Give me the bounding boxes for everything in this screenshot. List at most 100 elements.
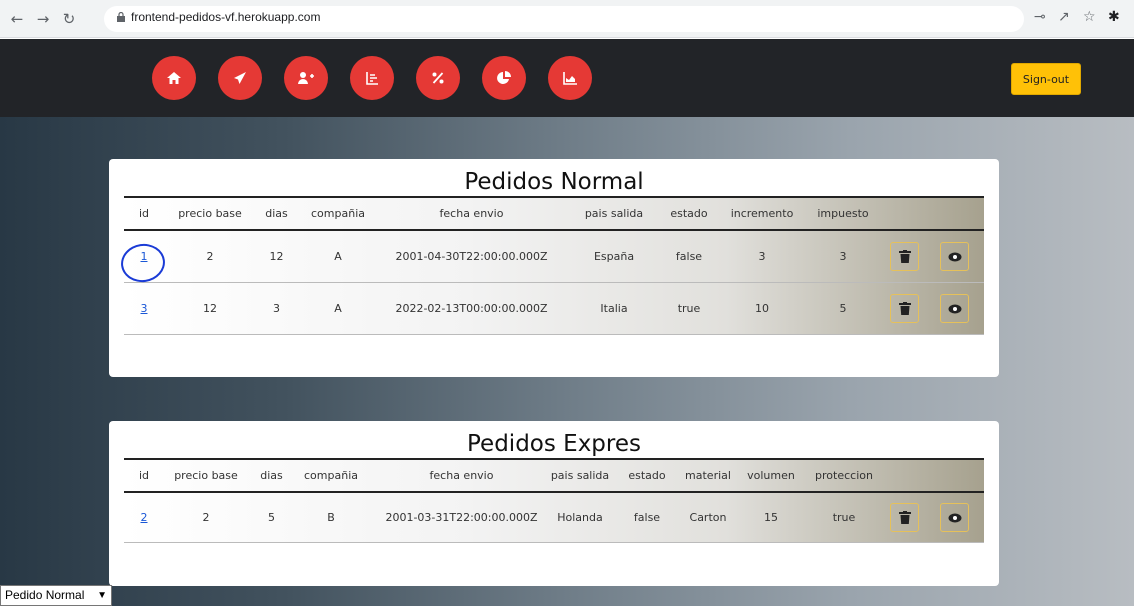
- col-header: precio base: [178, 207, 242, 220]
- view-button[interactable]: [940, 242, 969, 271]
- id-cell: 2: [124, 493, 164, 542]
- area-chart-button[interactable]: [548, 56, 592, 100]
- add-user-button[interactable]: [284, 56, 328, 100]
- precio-base-cell: 2: [202, 511, 210, 524]
- compania-cell: A: [334, 250, 342, 263]
- percent-icon: [432, 72, 444, 84]
- order-type-select[interactable]: Pedido Normal ▼: [0, 585, 112, 606]
- estado-cell: false: [633, 511, 661, 524]
- col-header: fecha envio: [439, 207, 504, 220]
- col-header: precio base: [174, 469, 238, 482]
- material-cell: Carton: [689, 511, 727, 524]
- col-header: compañia: [311, 207, 365, 220]
- col-header: dias: [260, 469, 283, 482]
- col-header: material: [685, 469, 731, 482]
- col-header: fecha envio: [429, 469, 494, 482]
- pais-salida-cell: Italia: [600, 302, 628, 315]
- incremento-cell: 3: [758, 250, 766, 263]
- impuesto-cell: 3: [839, 250, 847, 263]
- table-header: id precio base dias compañia fecha envio…: [124, 196, 984, 231]
- fecha-envio-cell: 2001-03-31T22:00:00.000Z: [385, 511, 538, 524]
- trash-icon: [898, 302, 911, 315]
- dias-cell: 3: [273, 302, 280, 315]
- estado-cell: false: [675, 250, 703, 263]
- list-chart-button[interactable]: [350, 56, 394, 100]
- eye-icon: [948, 513, 961, 522]
- compania-cell: A: [334, 302, 342, 315]
- table-header: id precio base dias compañia fecha envio…: [124, 458, 984, 493]
- incremento-cell: 10: [755, 302, 769, 315]
- pedidos-expres-card: Pedidos Expres id precio base dias compa…: [109, 421, 999, 586]
- pais-salida-cell: España: [593, 250, 635, 263]
- col-header: id: [138, 207, 150, 220]
- browser-toolbar: ← → ↻ frontend-pedidos-vf.herokuapp.com …: [0, 0, 1134, 38]
- sign-out-button[interactable]: Sign-out: [1011, 63, 1081, 95]
- fecha-envio-cell: 2022-02-13T00:00:00.000Z: [395, 302, 548, 315]
- key-icon[interactable]: ⊸: [1034, 9, 1046, 25]
- volumen-cell: 15: [764, 511, 778, 524]
- proteccion-cell: true: [832, 511, 856, 524]
- send-icon: [234, 72, 246, 84]
- col-header: pais salida: [550, 469, 610, 482]
- delete-button[interactable]: [890, 294, 919, 323]
- col-header: impuesto: [817, 207, 869, 220]
- trash-icon: [898, 250, 911, 263]
- table-row: 3 12 3 A 2022-02-13T00:00:00.000Z Italia…: [124, 283, 984, 335]
- col-header: pais salida: [584, 207, 644, 220]
- table-row: 2 2 5 B 2001-03-31T22:00:00.000Z Holanda…: [124, 493, 984, 543]
- precio-base-cell: 2: [206, 250, 214, 263]
- url-text: frontend-pedidos-vf.herokuapp.com: [131, 10, 321, 24]
- eye-icon: [948, 252, 961, 261]
- dias-cell: 5: [268, 511, 275, 524]
- view-button[interactable]: [940, 294, 969, 323]
- chevron-down-icon: ▼: [97, 590, 107, 601]
- view-button[interactable]: [940, 503, 969, 532]
- eye-icon: [948, 304, 961, 313]
- bookmark-star-icon[interactable]: ☆: [1083, 9, 1096, 25]
- id-cell: 3: [124, 283, 164, 334]
- home-button[interactable]: [152, 56, 196, 100]
- area-chart-icon: [563, 72, 577, 85]
- col-header: volumen: [747, 469, 795, 482]
- home-icon: [167, 72, 181, 84]
- percent-button[interactable]: [416, 56, 460, 100]
- col-header: estado: [628, 469, 666, 482]
- extensions-icon[interactable]: ✱: [1108, 9, 1120, 25]
- top-navbar: Sign-out: [0, 39, 1134, 117]
- pais-salida-cell: Holanda: [557, 511, 603, 524]
- col-header: incremento: [730, 207, 794, 220]
- back-icon[interactable]: ←: [6, 8, 28, 30]
- reload-icon[interactable]: ↻: [58, 8, 80, 30]
- compania-cell: B: [327, 511, 335, 524]
- pedidos-normal-card: Pedidos Normal id precio base dias compa…: [109, 159, 999, 377]
- address-bar[interactable]: frontend-pedidos-vf.herokuapp.com: [104, 6, 1024, 32]
- col-header: proteccion: [815, 469, 873, 482]
- fecha-envio-cell: 2001-04-30T22:00:00.000Z: [395, 250, 548, 263]
- precio-base-cell: 12: [203, 302, 217, 315]
- share-icon[interactable]: ↗: [1058, 9, 1070, 25]
- list-chart-icon: [366, 72, 378, 85]
- lock-icon: [117, 12, 125, 22]
- delete-button[interactable]: [890, 242, 919, 271]
- dias-cell: 12: [269, 250, 284, 263]
- user-plus-icon: [298, 72, 314, 84]
- pedidos-expres-title: Pedidos Expres: [467, 431, 641, 457]
- col-header: id: [138, 469, 150, 482]
- col-header: estado: [670, 207, 708, 220]
- estado-cell: true: [677, 302, 701, 315]
- forward-icon[interactable]: →: [32, 8, 54, 30]
- send-order-button[interactable]: [218, 56, 262, 100]
- trash-icon: [898, 511, 911, 524]
- delete-button[interactable]: [890, 503, 919, 532]
- col-header: compañia: [304, 469, 358, 482]
- pie-chart-button[interactable]: [482, 56, 526, 100]
- app-background: Sign-out Pedidos Normal id precio base d…: [0, 39, 1134, 606]
- table-row: 1 2 12 A 2001-04-30T22:00:00.000Z España…: [124, 231, 984, 283]
- col-header: dias: [265, 207, 288, 220]
- pedidos-normal-title: Pedidos Normal: [464, 169, 644, 195]
- order-type-value: Pedido Normal: [5, 588, 85, 602]
- order-id-link[interactable]: 3: [141, 302, 148, 315]
- pie-chart-icon: [497, 71, 511, 84]
- impuesto-cell: 5: [839, 302, 847, 315]
- order-id-link[interactable]: 2: [141, 511, 148, 524]
